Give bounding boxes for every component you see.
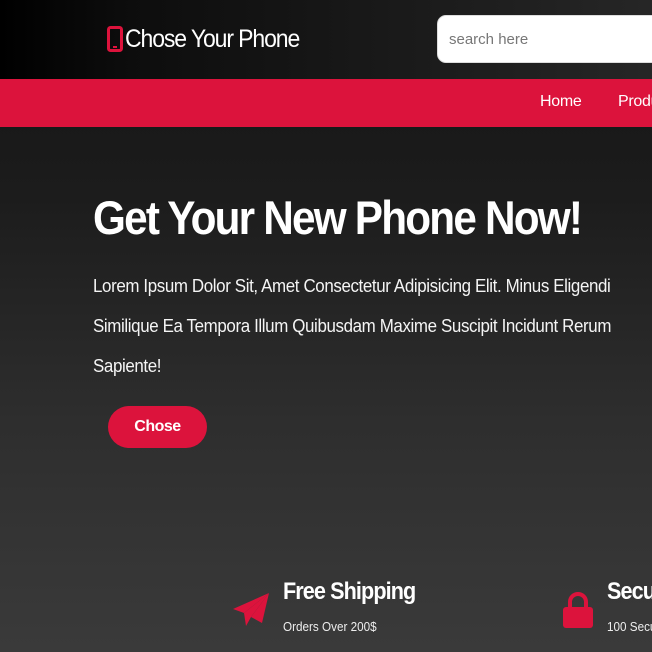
hero-description: Lorem Ipsum Dolor Sit, Amet Consectetur … — [93, 266, 619, 386]
feature-title: Secu — [607, 578, 652, 605]
nav-bar: Home Produ — [0, 79, 652, 127]
hero-description-line: Lorem Ipsum Dolor Sit, Amet Consectetur … — [93, 276, 611, 296]
phone-icon — [107, 26, 123, 52]
paper-plane-icon — [233, 593, 269, 626]
top-bar: Chose Your Phone — [0, 0, 652, 79]
chose-button[interactable]: Chose — [108, 406, 207, 448]
feature-free-shipping: Free Shipping Orders Over 200$ — [232, 576, 432, 652]
lock-icon — [563, 592, 593, 628]
feature-subtitle: Orders Over 200$ — [283, 619, 377, 634]
nav-link-home[interactable]: Home — [540, 93, 582, 111]
hero-description-line: Sapiente! — [93, 356, 162, 376]
hero-description-line: Similique Ea Tempora Illum Quibusdam Max… — [93, 316, 612, 336]
feature-title: Free Shipping — [283, 578, 416, 605]
hero-title: Get Your New Phone Now! — [93, 191, 583, 244]
nav-link-products[interactable]: Produ — [618, 93, 652, 111]
brand-logo[interactable]: Chose Your Phone — [107, 24, 314, 54]
brand-title: Chose Your Phone — [125, 24, 300, 53]
feature-subtitle: 100 Secu — [607, 619, 652, 634]
search-input[interactable] — [437, 15, 652, 63]
feature-secure: Secu 100 Secu — [560, 576, 652, 652]
